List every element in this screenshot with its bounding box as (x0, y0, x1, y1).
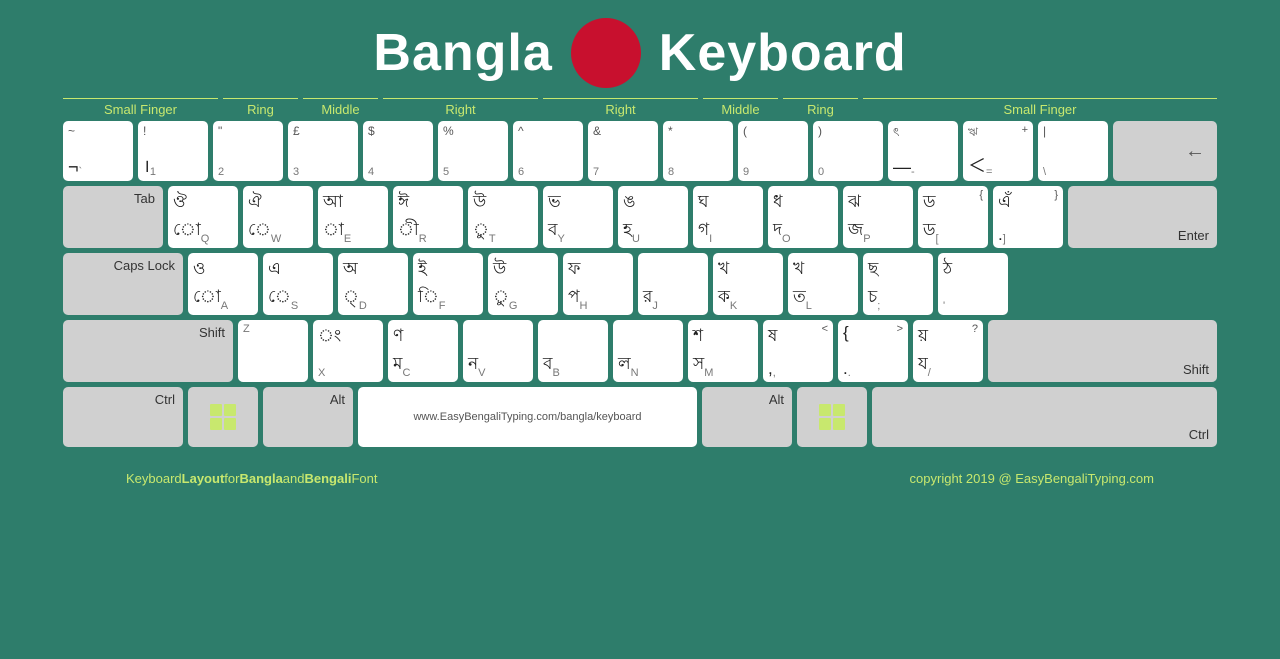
key-q[interactable]: ঔ ো Q (168, 186, 238, 248)
key-period[interactable]: {> . . (838, 320, 908, 382)
bottom-row: Ctrl Alt www.EasyBengaliTyping.com/bangl… (63, 387, 1217, 447)
key-backslash[interactable]: | \ (1038, 121, 1108, 181)
key-p[interactable]: ঝ জ P (843, 186, 913, 248)
footer-right: copyright 2019 @ EasyBengaliTyping.com (847, 459, 1217, 494)
bangladesh-flag (571, 18, 641, 88)
key-k[interactable]: খ ক K (713, 253, 783, 315)
key-1[interactable]: ! । 1 (138, 121, 208, 181)
footer: Keyboard Layout for Bangla and Bengali F… (0, 447, 1280, 502)
key-equals[interactable]: ঋ+ ＜ = (963, 121, 1033, 181)
key-j[interactable]: র J (638, 253, 708, 315)
key-e[interactable]: আ া E (318, 186, 388, 248)
key-g[interactable]: উ ু G (488, 253, 558, 315)
asdf-row: Caps Lock ও ো A এ ে S (63, 253, 1217, 315)
key-m[interactable]: শ স M (688, 320, 758, 382)
key-5[interactable]: % 5 (438, 121, 508, 181)
key-tab[interactable]: Tab (63, 186, 163, 248)
key-comma[interactable]: ষ< , , (763, 320, 833, 382)
number-row: ~ ¬ ` ! । 1 " 2 (63, 121, 1217, 181)
key-minus[interactable]: ৎ — - (888, 121, 958, 181)
key-win-left[interactable] (188, 387, 258, 447)
key-backtick[interactable]: ~ ¬ ` (63, 121, 133, 181)
key-f[interactable]: ই ি F (413, 253, 483, 315)
key-r[interactable]: ঈ ী R (393, 186, 463, 248)
finger-ring-left: Ring (223, 98, 298, 117)
finger-small-right: Small Finger (863, 98, 1217, 117)
key-alt-right[interactable]: Alt (702, 387, 792, 447)
key-z[interactable]: Z (238, 320, 308, 382)
finger-middle-left: Middle (303, 98, 378, 117)
windows-icon (208, 402, 238, 432)
key-8[interactable]: * 8 (663, 121, 733, 181)
key-o[interactable]: ধ দ O (768, 186, 838, 248)
key-4[interactable]: $ 4 (363, 121, 433, 181)
key-bracket-right[interactable]: এঁ} . ] (993, 186, 1063, 248)
key-0[interactable]: ) 0 (813, 121, 883, 181)
key-shift-left[interactable]: Shift (63, 320, 233, 382)
title-bangla: Bangla (373, 23, 552, 83)
key-bracket-left[interactable]: ড{ ড [ (918, 186, 988, 248)
key-alt-left[interactable]: Alt (263, 387, 353, 447)
key-n[interactable]: ল N (613, 320, 683, 382)
key-semicolon[interactable]: ছ চ ; (863, 253, 933, 315)
key-7[interactable]: & 7 (588, 121, 658, 181)
footer-left: Keyboard Layout for Bangla and Bengali F… (63, 459, 440, 494)
key-enter[interactable]: Enter (1068, 186, 1217, 248)
key-9[interactable]: ( 9 (738, 121, 808, 181)
key-i[interactable]: ঘ গ I (693, 186, 763, 248)
key-x[interactable]: ং X (313, 320, 383, 382)
key-3[interactable]: £ 3 (288, 121, 358, 181)
qwerty-row: Tab ঔ ো Q ঐ ে W আ (63, 186, 1217, 248)
key-backspace[interactable]: ← (1113, 121, 1217, 181)
key-u[interactable]: ঙ হ U (618, 186, 688, 248)
key-v[interactable]: ন V (463, 320, 533, 382)
key-2[interactable]: " 2 (213, 121, 283, 181)
key-a[interactable]: ও ো A (188, 253, 258, 315)
key-h[interactable]: ফ প H (563, 253, 633, 315)
key-6[interactable]: ^ 6 (513, 121, 583, 181)
finger-right-left: Right (383, 98, 538, 117)
key-d[interactable]: অ ্ D (338, 253, 408, 315)
finger-right-right: Right (543, 98, 698, 117)
key-t[interactable]: উ ু T (468, 186, 538, 248)
key-capslock[interactable]: Caps Lock (63, 253, 183, 315)
key-win-right[interactable] (797, 387, 867, 447)
key-quote[interactable]: ঠ ' (938, 253, 1008, 315)
finger-small-finger-left: Small Finger (63, 98, 218, 117)
header: Bangla Keyboard (0, 0, 1280, 98)
finger-middle-right: Middle (703, 98, 778, 117)
key-s[interactable]: এ ে S (263, 253, 333, 315)
key-shift-right[interactable]: Shift (988, 320, 1217, 382)
key-ctrl-left[interactable]: Ctrl (63, 387, 183, 447)
zxcv-row: Shift Z ং X ণ (63, 320, 1217, 382)
windows-icon-right (817, 402, 847, 432)
title-keyboard: Keyboard (659, 23, 907, 83)
key-w[interactable]: ঐ ে W (243, 186, 313, 248)
keyboard: ~ ¬ ` ! । 1 " 2 (0, 121, 1280, 447)
key-y[interactable]: ভ ব Y (543, 186, 613, 248)
key-l[interactable]: খ ত L (788, 253, 858, 315)
key-slash[interactable]: য়? য / (913, 320, 983, 382)
key-b[interactable]: ব B (538, 320, 608, 382)
finger-labels: Small Finger Ring Middle Right Right Mid… (0, 98, 1280, 117)
finger-ring-right: Ring (783, 98, 858, 117)
key-ctrl-right[interactable]: Ctrl (872, 387, 1217, 447)
key-space[interactable]: www.EasyBengaliTyping.com/bangla/keyboar… (358, 387, 697, 447)
key-c[interactable]: ণ ম C (388, 320, 458, 382)
